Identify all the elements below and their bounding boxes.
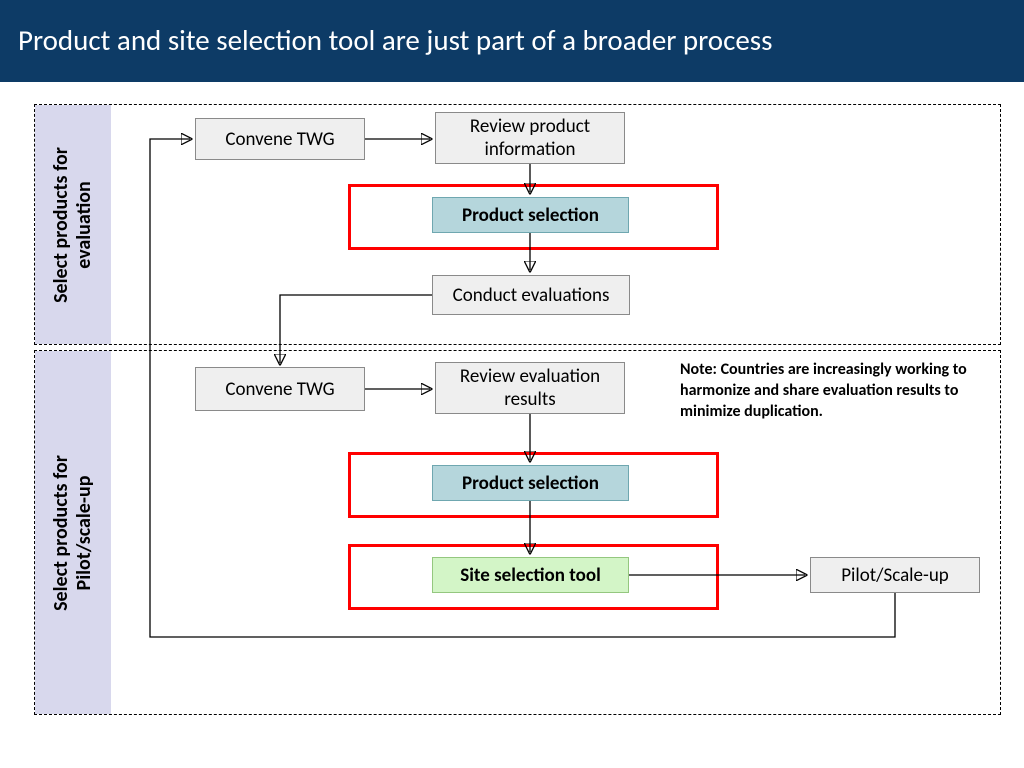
p1-convene-label: Convene TWG	[225, 128, 334, 151]
p2-convene-label: Convene TWG	[225, 378, 334, 401]
harmonize-note: Note: Countries are increasingly working…	[680, 360, 970, 422]
harmonize-note-text: Note: Countries are increasingly working…	[680, 360, 967, 421]
diagram-canvas: Select products for evaluation Convene T…	[0, 82, 1024, 752]
p1-product-selection-box: Product selection	[432, 197, 629, 233]
p1-review-product-box: Review product information	[435, 112, 625, 164]
slide-title-text: Product and site selection tool are just…	[18, 22, 772, 58]
phase-2-label-text: Select products for Pilot/scale-up	[50, 455, 96, 611]
p2-product-selection-label: Product selection	[462, 472, 599, 495]
p1-conduct-eval-box: Conduct evaluations	[432, 275, 630, 315]
p2-site-selection-box: Site selection tool	[432, 557, 629, 593]
p2-review-results-box: Review evaluation results	[435, 362, 625, 414]
phase-1-label-text: Select products for evaluation	[50, 147, 96, 303]
p2-site-selection-label: Site selection tool	[460, 564, 601, 587]
p2-convene-twg-box: Convene TWG	[195, 367, 365, 411]
phase-1-label: Select products for evaluation	[35, 105, 111, 344]
phase-2-label: Select products for Pilot/scale-up	[35, 351, 111, 714]
p2-pilot-scaleup-box: Pilot/Scale-up	[810, 557, 980, 593]
p1-convene-twg-box: Convene TWG	[195, 118, 365, 160]
p1-conduct-label: Conduct evaluations	[453, 284, 610, 307]
slide-title: Product and site selection tool are just…	[0, 0, 1024, 82]
p1-review-label: Review product information	[442, 115, 618, 161]
p2-product-selection-box: Product selection	[432, 465, 629, 501]
p2-review-label: Review evaluation results	[442, 365, 618, 411]
p2-pilot-label: Pilot/Scale-up	[841, 564, 949, 587]
p1-product-selection-label: Product selection	[462, 204, 599, 227]
